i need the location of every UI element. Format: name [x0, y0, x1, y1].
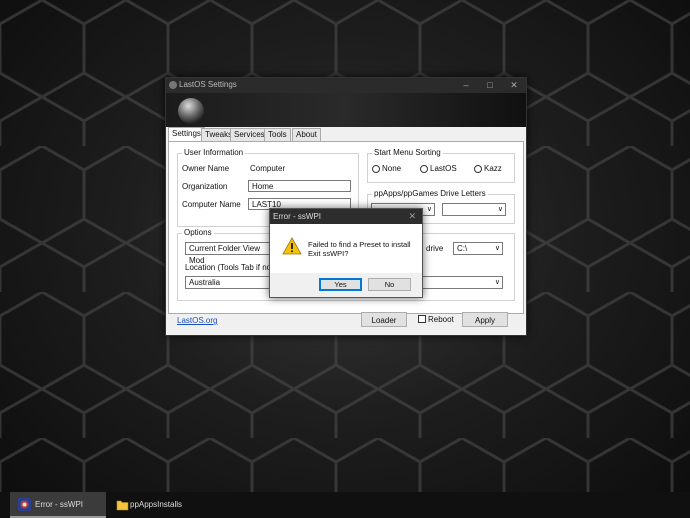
chevron-down-icon: ∨ — [494, 279, 500, 286]
folder-icon — [116, 500, 129, 511]
dialog-titlebar[interactable]: Error - ssWPI ✕ — [270, 209, 422, 224]
sswpi-icon — [18, 498, 31, 511]
dialog-title: Error - ssWPI — [273, 212, 321, 221]
tab-services[interactable]: Services — [230, 128, 269, 141]
taskbar-item-error-sswpi[interactable]: Error - ssWPI — [10, 492, 106, 518]
folder-view-dropdown[interactable]: Current Folder View Mod — [185, 242, 275, 265]
taskbar: Error - ssWPI ppAppsInstalls — [0, 492, 690, 518]
reboot-checkbox[interactable] — [418, 315, 426, 323]
maximize-icon[interactable]: □ — [478, 78, 502, 93]
radio-kazz-label: Kazz — [484, 164, 502, 173]
tab-tools[interactable]: Tools — [264, 128, 291, 141]
loader-button[interactable]: Loader — [361, 312, 407, 327]
owner-name-label: Owner Name — [182, 164, 230, 173]
chevron-down-icon: ∨ — [426, 206, 432, 213]
organization-label: Organization — [182, 182, 228, 191]
dialog-message-line2: Exit ssWPI? — [308, 249, 349, 258]
reboot-label: Reboot — [428, 315, 454, 324]
radio-none-label: None — [382, 164, 402, 173]
location-value: Australia — [189, 278, 221, 287]
tab-settings[interactable]: Settings — [168, 127, 205, 142]
taskbar-item-ppappsinstalls[interactable]: ppAppsInstalls — [108, 492, 204, 518]
taskbar-item-label: Error - ssWPI — [35, 500, 83, 509]
radio-lastos-label: LastOS — [430, 164, 457, 173]
window-title: LastOS Settings — [179, 80, 237, 89]
options-label: Options — [182, 228, 214, 237]
dialog-message-line1: Failed to find a Preset to install — [308, 240, 411, 249]
close-icon[interactable]: ✕ — [408, 209, 416, 224]
drive-dropdown[interactable]: C:\ ∨ — [453, 242, 503, 255]
window-titlebar[interactable]: LastOS Settings – □ ✕ — [166, 78, 526, 93]
chevron-down-icon: ∨ — [497, 206, 503, 213]
start-menu-sorting-label: Start Menu Sorting — [372, 148, 443, 157]
dialog-message: Failed to find a Preset to install Exit … — [308, 240, 418, 258]
dialog-footer: Yes No — [270, 273, 422, 297]
location-label: Location (Tools Tab if not a — [185, 263, 281, 272]
warning-icon — [282, 237, 302, 255]
taskbar-item-label: ppAppsInstalls — [130, 500, 183, 509]
owner-name-value: Computer — [250, 164, 286, 173]
lastos-logo-orb — [178, 98, 204, 124]
tab-about[interactable]: About — [292, 128, 321, 141]
drive-value: C:\ — [457, 244, 468, 253]
user-information-label: User Information — [182, 148, 246, 157]
drive-label: drive — [426, 244, 444, 253]
yes-button[interactable]: Yes — [319, 278, 362, 291]
start-menu-sorting-group: Start Menu Sorting None LastOS Kazz — [367, 148, 515, 183]
drive-letters-label: ppApps/ppGames Drive Letters — [372, 189, 488, 198]
chevron-down-icon: ∨ — [494, 245, 500, 252]
app-icon — [169, 81, 177, 89]
lastos-org-link[interactable]: LastOS.org — [177, 316, 217, 325]
organization-input[interactable]: Home — [248, 180, 351, 192]
computer-name-label: Computer Name — [182, 200, 241, 209]
radio-lastos[interactable] — [420, 165, 428, 173]
error-dialog: Error - ssWPI ✕ Failed to find a Preset … — [269, 208, 423, 298]
radio-kazz[interactable] — [474, 165, 482, 173]
no-button[interactable]: No — [368, 278, 411, 291]
apply-button[interactable]: Apply — [462, 312, 508, 327]
close-icon[interactable]: ✕ — [502, 78, 526, 93]
radio-none[interactable] — [372, 165, 380, 173]
ppgames-drive-dropdown[interactable]: ∨ — [442, 203, 506, 216]
minimize-icon[interactable]: – — [454, 78, 478, 93]
folder-view-value: Current Folder View Mod — [189, 244, 260, 265]
header-banner — [166, 93, 526, 127]
